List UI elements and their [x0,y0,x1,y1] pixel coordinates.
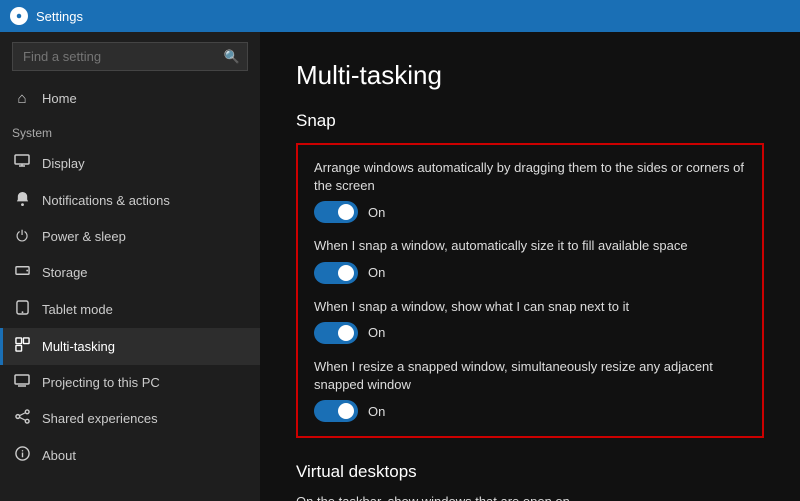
main-layout: 🔍 ⌂ Home System Display [0,32,800,501]
snap-toggle-0[interactable] [314,201,358,223]
sidebar-item-power[interactable]: ⏻ Power & sleep [0,219,260,254]
search-box[interactable]: 🔍 [12,42,248,71]
snap-item-label-2: When I snap a window, show what I can sn… [314,298,746,316]
sidebar-item-projecting[interactable]: Projecting to this PC [0,365,260,400]
sidebar-item-shared[interactable]: Shared experiences [0,400,260,437]
sidebar-item-label: Storage [42,265,88,280]
power-icon: ⏻ [12,228,32,245]
toggle-thumb-2 [338,325,354,341]
snap-item-0: Arrange windows automatically by draggin… [314,159,746,223]
sidebar-item-label: Notifications & actions [42,193,170,208]
toggle-thumb-1 [338,265,354,281]
toggle-label-2: On [368,325,385,340]
sidebar-item-about[interactable]: About [0,437,260,474]
page-title: Multi-tasking [296,60,764,91]
system-section-label: System [0,116,260,144]
toggle-label-1: On [368,265,385,280]
notifications-icon [12,191,32,210]
snap-item-label-1: When I snap a window, automatically size… [314,237,746,255]
sidebar-item-label: Home [42,91,77,106]
display-icon [12,153,32,173]
sidebar-item-notifications[interactable]: Notifications & actions [0,182,260,219]
sidebar-item-label: Display [42,156,85,171]
sidebar-item-tablet[interactable]: Tablet mode [0,291,260,328]
sidebar-item-multitasking[interactable]: Multi-tasking [0,328,260,365]
storage-icon [12,263,32,282]
sidebar-item-label: Tablet mode [42,302,113,317]
sidebar-item-storage[interactable]: Storage [0,254,260,291]
search-input[interactable] [12,42,248,71]
settings-icon [10,7,28,25]
toggle-label-3: On [368,404,385,419]
toggle-row-3: On [314,400,746,422]
window-title: Settings [36,9,83,24]
sidebar-item-home[interactable]: ⌂ Home [0,81,260,116]
toggle-thumb-3 [338,403,354,419]
toggle-label-0: On [368,205,385,220]
sidebar-item-display[interactable]: Display [0,144,260,182]
vd-section-title: Virtual desktops [296,462,764,482]
snap-toggle-1[interactable] [314,262,358,284]
projecting-icon [12,374,32,391]
snap-settings-box: Arrange windows automatically by draggin… [296,143,764,438]
virtual-desktops-section: Virtual desktops On the taskbar, show wi… [296,462,764,501]
vd-taskbar-label: On the taskbar, show windows that are op… [296,494,764,501]
snap-item-label-0: Arrange windows automatically by draggin… [314,159,746,195]
snap-section-title: Snap [296,111,764,131]
content-area: Multi-tasking Snap Arrange windows autom… [260,32,800,501]
toggle-row-2: On [314,322,746,344]
sidebar-item-label: Shared experiences [42,411,158,426]
shared-icon [12,409,32,428]
snap-toggle-3[interactable] [314,400,358,422]
sidebar-item-label: Projecting to this PC [42,375,160,390]
snap-item-2: When I snap a window, show what I can sn… [314,298,746,344]
multitasking-icon [12,337,32,356]
search-icon: 🔍 [224,49,240,65]
tablet-icon [12,300,32,319]
snap-toggle-2[interactable] [314,322,358,344]
snap-item-1: When I snap a window, automatically size… [314,237,746,283]
sidebar: 🔍 ⌂ Home System Display [0,32,260,501]
sidebar-item-label: Multi-tasking [42,339,115,354]
sidebar-item-label: About [42,448,76,463]
toggle-row-1: On [314,262,746,284]
home-icon: ⌂ [12,90,32,107]
snap-item-label-3: When I resize a snapped window, simultan… [314,358,746,394]
title-bar: Settings [0,0,800,32]
snap-item-3: When I resize a snapped window, simultan… [314,358,746,422]
sidebar-item-label: Power & sleep [42,229,126,244]
toggle-row-0: On [314,201,746,223]
about-icon [12,446,32,465]
